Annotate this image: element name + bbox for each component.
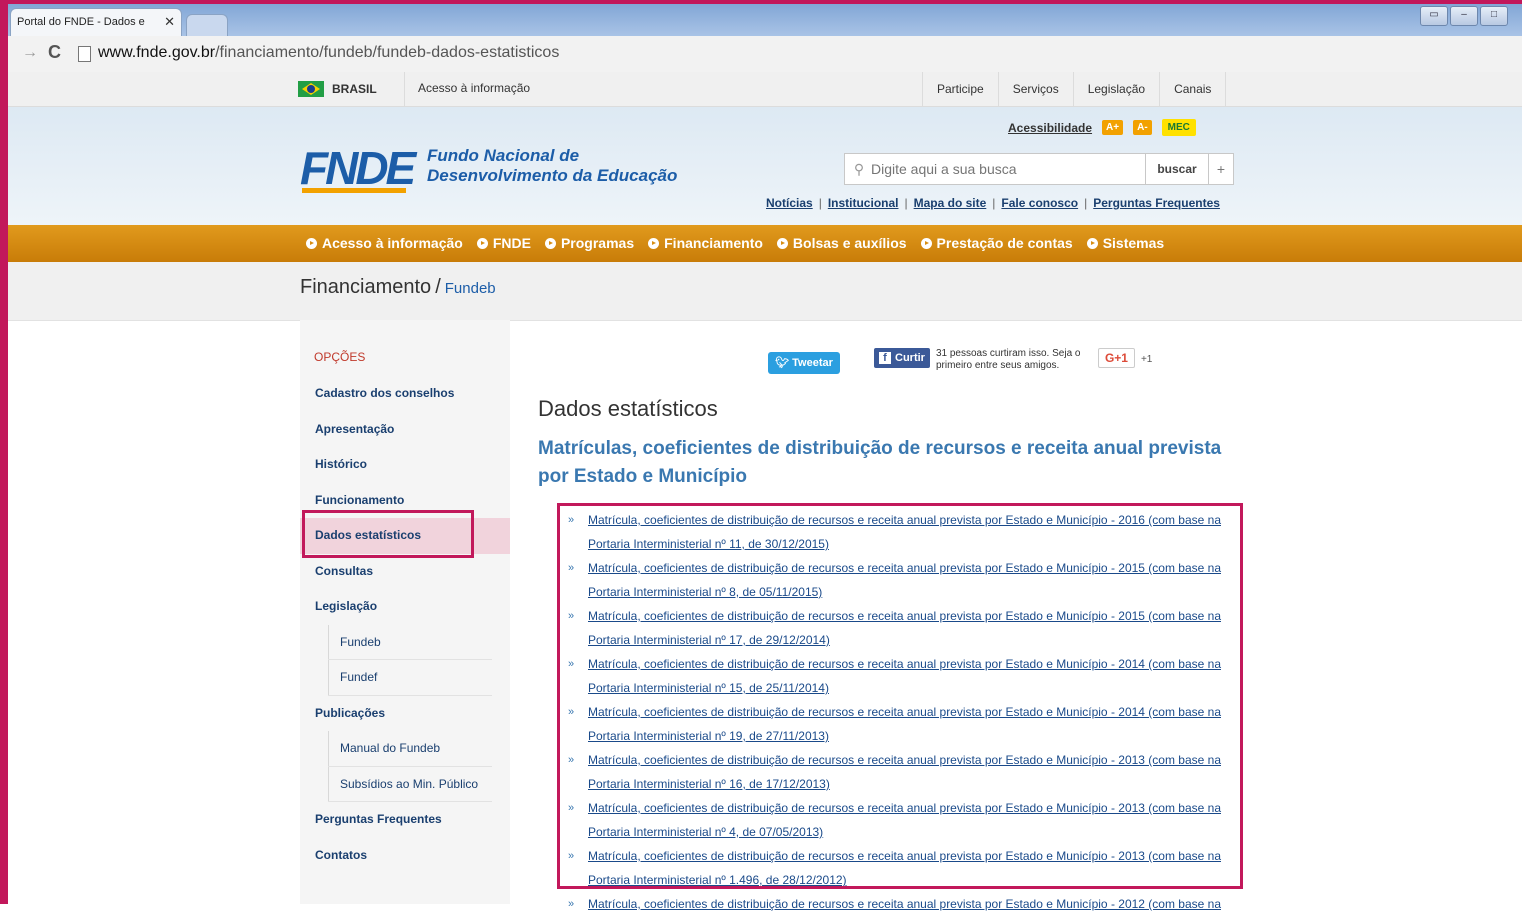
maximize-icon[interactable]: □ xyxy=(1480,6,1508,26)
browser-tab-title: Portal do FNDE - Dados e xyxy=(17,16,145,28)
government-bar: BRASIL Acesso à informação Participe Ser… xyxy=(0,72,1522,107)
twitter-bird-icon: 🐦︎ xyxy=(775,357,793,369)
quick-link-institucional[interactable]: Institucional xyxy=(828,196,899,210)
address-bar: → C www.fnde.gov.br/financiamento/fundeb… xyxy=(0,36,1522,73)
gov-links: Participe Serviços Legislação Canais xyxy=(922,72,1227,106)
logo-line-2: Desenvolvimento da Educação xyxy=(427,166,678,185)
arrow-bullet-icon xyxy=(920,238,932,249)
gov-link-servicos[interactable]: Serviços xyxy=(997,72,1073,106)
brazil-flag-icon xyxy=(298,81,324,97)
google-plus-button[interactable]: G+1 xyxy=(1097,348,1135,368)
search-icon: ⚲ xyxy=(853,161,865,177)
sidebar-menu: Cadastro dos conselhos Apresentação Histór… xyxy=(300,376,510,873)
page-subtitle: Matrículas, coeficientes de distribuição… xyxy=(538,438,1222,487)
accessibility-row: Acessibilidade A+ A- MEC xyxy=(1008,119,1196,136)
gov-link-participe[interactable]: Participe xyxy=(922,72,998,106)
sidebar: OPÇÕES Cadastro dos conselhos Apresentaçã… xyxy=(300,320,510,904)
gov-link-legislacao[interactable]: Legislação xyxy=(1072,72,1159,106)
document-link[interactable]: Matrícula, coeficientes de distribuição … xyxy=(588,897,1221,911)
search-box: ⚲ buscar + xyxy=(844,153,1234,185)
list-item: » Matrícula, coeficientes de distribuição… xyxy=(568,892,1234,916)
breadcrumb: Financiamento / Fundeb xyxy=(300,276,496,299)
nav-prestacao-contas[interactable]: Prestação de contas xyxy=(920,225,1073,262)
sidebar-item[interactable]: Manual do Fundeb xyxy=(300,731,510,767)
nav-programas[interactable]: Programas xyxy=(544,225,634,262)
sidebar-item[interactable]: Histórico xyxy=(300,447,510,483)
forward-arrow-icon[interactable]: → xyxy=(22,44,38,62)
acesso-informacao-link[interactable]: Acesso à informação xyxy=(418,81,530,95)
quick-link-noticias[interactable]: Notícias xyxy=(766,196,813,210)
arrow-bullet-icon xyxy=(1086,238,1098,249)
brasil-label: BRASIL xyxy=(332,82,377,96)
logo-line-1: Fundo Nacional de xyxy=(427,146,580,165)
double-chevron-icon: » xyxy=(568,898,575,910)
sidebar-item[interactable]: Perguntas Frequentes xyxy=(300,802,510,838)
breadcrumb-current[interactable]: Fundeb xyxy=(445,280,496,297)
reload-icon[interactable]: C xyxy=(48,42,61,63)
sidebar-item[interactable]: Subsídios ao Min. Público xyxy=(300,766,510,803)
sidebar-item[interactable]: Apresentação xyxy=(300,412,510,448)
sidebar-item[interactable]: Publicações xyxy=(300,696,510,732)
highlight-box-sidebar xyxy=(302,510,474,558)
brasil-link[interactable]: BRASIL xyxy=(296,72,405,106)
url-host: www.fnde.gov.br xyxy=(98,44,216,61)
main-navigation: Acesso à informação FNDE Programas Finan… xyxy=(0,225,1522,262)
nav-bolsas-auxilios[interactable]: Bolsas e auxílios xyxy=(776,225,907,262)
search-input[interactable] xyxy=(869,154,1145,184)
nav-sistemas[interactable]: Sistemas xyxy=(1086,225,1164,262)
tweet-button[interactable]: 🐦︎ Tweetar xyxy=(768,352,840,374)
search-options-button[interactable]: + xyxy=(1208,154,1233,184)
mec-logo[interactable]: MEC xyxy=(1161,119,1196,136)
window-controls: ▭ – □ xyxy=(1420,6,1508,26)
font-increase-button[interactable]: A+ xyxy=(1102,120,1124,135)
arrow-bullet-icon xyxy=(544,238,556,249)
search-button[interactable]: buscar xyxy=(1145,154,1208,184)
acessibilidade-link[interactable]: Acessibilidade xyxy=(1008,121,1092,135)
social-buttons: 🐦︎ Tweetar f Curtir 31 pessoas curtiram i… xyxy=(768,348,1152,374)
google-plus-count: +1 xyxy=(1140,354,1153,365)
sidebar-title: OPÇÕES xyxy=(314,350,366,364)
browser-tab-strip: Portal do FNDE - Dados e ✕ ▭ – □ xyxy=(0,0,1522,37)
new-tab-button[interactable] xyxy=(186,14,228,37)
sidebar-item[interactable]: Cadastro dos conselhos xyxy=(300,376,510,412)
sidebar-item[interactable]: Legislação xyxy=(300,589,510,625)
quick-link-mapa-do-site[interactable]: Mapa do site xyxy=(914,196,987,210)
page-title: Dados estatísticos xyxy=(538,396,718,421)
sidebar-item[interactable]: Contatos xyxy=(300,838,510,874)
site-header: FNDE Fundo Nacional de Desenvolvimento d… xyxy=(0,107,1522,225)
arrow-bullet-icon xyxy=(648,238,660,249)
nav-acesso-informacao[interactable]: Acesso à informação xyxy=(306,225,463,262)
facebook-icon: f xyxy=(879,352,891,364)
quick-links: Notícias | Institucional | Mapa do site | Fale… xyxy=(766,196,1220,210)
minimize-icon[interactable]: – xyxy=(1450,6,1478,26)
fnde-logo[interactable]: FNDE xyxy=(300,141,416,195)
arrow-bullet-icon xyxy=(776,238,788,249)
nav-fnde[interactable]: FNDE xyxy=(476,225,531,262)
highlight-box-links xyxy=(557,503,1243,889)
arrow-bullet-icon xyxy=(476,238,488,249)
breadcrumb-section[interactable]: Financiamento xyxy=(300,276,431,298)
facebook-like-button[interactable]: f Curtir xyxy=(874,348,930,368)
breadcrumb-separator: / xyxy=(435,276,441,298)
logo-text: Fundo Nacional de Desenvolvimento da Edu… xyxy=(427,146,677,186)
nav-financiamento[interactable]: Financiamento xyxy=(648,225,763,262)
facebook-like-text: 31 pessoas curtiram isso. Seja o primeir… xyxy=(935,348,1081,371)
page-icon xyxy=(78,46,91,62)
gov-link-canais[interactable]: Canais xyxy=(1159,72,1227,106)
browser-tab[interactable]: Portal do FNDE - Dados e ✕ xyxy=(10,8,182,36)
restore-icon[interactable]: ▭ xyxy=(1420,6,1448,26)
font-decrease-button[interactable]: A- xyxy=(1133,120,1152,135)
arrow-bullet-icon xyxy=(306,238,317,249)
breadcrumb-bar: Financiamento / Fundeb xyxy=(0,262,1522,321)
sidebar-item[interactable]: Fundeb xyxy=(300,624,510,661)
url-field[interactable]: www.fnde.gov.br/financiamento/fundeb/fun… xyxy=(98,44,559,62)
sidebar-item[interactable]: Fundef xyxy=(300,660,510,696)
url-path: /financiamento/fundeb/fundeb-dados-estat… xyxy=(215,44,560,61)
quick-link-perguntas-frequentes[interactable]: Perguntas Frequentes xyxy=(1093,196,1220,210)
quick-link-fale-conosco[interactable]: Fale conosco xyxy=(1001,196,1078,210)
close-tab-icon[interactable]: ✕ xyxy=(164,9,175,35)
sidebar-item[interactable]: Consultas xyxy=(300,554,510,590)
